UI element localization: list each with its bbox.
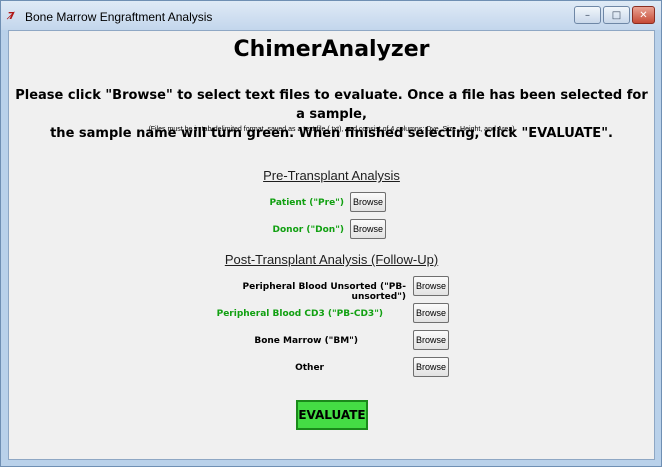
app-title: ChimerAnalyzer bbox=[233, 37, 430, 62]
bone-marrow-label: Bone Marrow ("BM") bbox=[254, 336, 358, 346]
file-format-note: (Files must be in tab-delimited format, … bbox=[148, 126, 515, 133]
instructions: Please click "Browse" to select text fil… bbox=[9, 86, 654, 143]
window-title: Bone Marrow Engraftment Analysis bbox=[25, 10, 213, 24]
post-transplant-heading: Post-Transplant Analysis (Follow-Up) bbox=[224, 252, 439, 267]
close-button[interactable]: ✕ bbox=[632, 6, 655, 24]
browse-pb-cd3-button[interactable]: Browse bbox=[413, 303, 449, 323]
browse-patient-button[interactable]: Browse bbox=[350, 192, 386, 212]
pb-unsorted-label: Peripheral Blood Unsorted ("PB-unsorted"… bbox=[242, 282, 406, 302]
patient-label: Patient ("Pre") bbox=[269, 198, 344, 208]
pre-transplant-heading: Pre-Transplant Analysis bbox=[263, 168, 400, 183]
browse-donor-button[interactable]: Browse bbox=[350, 219, 386, 239]
maximize-button[interactable]: □ bbox=[603, 6, 630, 24]
tk-feather-icon: 7̸ bbox=[8, 11, 15, 22]
main-panel: ChimerAnalyzer Please click "Browse" to … bbox=[8, 30, 655, 460]
instructions-line-1: Please click "Browse" to select text fil… bbox=[15, 88, 648, 122]
pb-cd3-label: Peripheral Blood CD3 ("PB-CD3") bbox=[216, 309, 383, 319]
app-window: 7̸ Bone Marrow Engraftment Analysis – □ … bbox=[0, 0, 662, 467]
other-label: Other bbox=[295, 363, 324, 373]
browse-bone-marrow-button[interactable]: Browse bbox=[413, 330, 449, 350]
donor-label: Donor ("Don") bbox=[272, 225, 344, 235]
browse-other-button[interactable]: Browse bbox=[413, 357, 449, 377]
minimize-button[interactable]: – bbox=[574, 6, 601, 24]
evaluate-button[interactable]: EVALUATE bbox=[296, 400, 368, 430]
title-bar[interactable]: 7̸ Bone Marrow Engraftment Analysis – □ … bbox=[1, 1, 661, 30]
browse-pb-unsorted-button[interactable]: Browse bbox=[413, 276, 449, 296]
